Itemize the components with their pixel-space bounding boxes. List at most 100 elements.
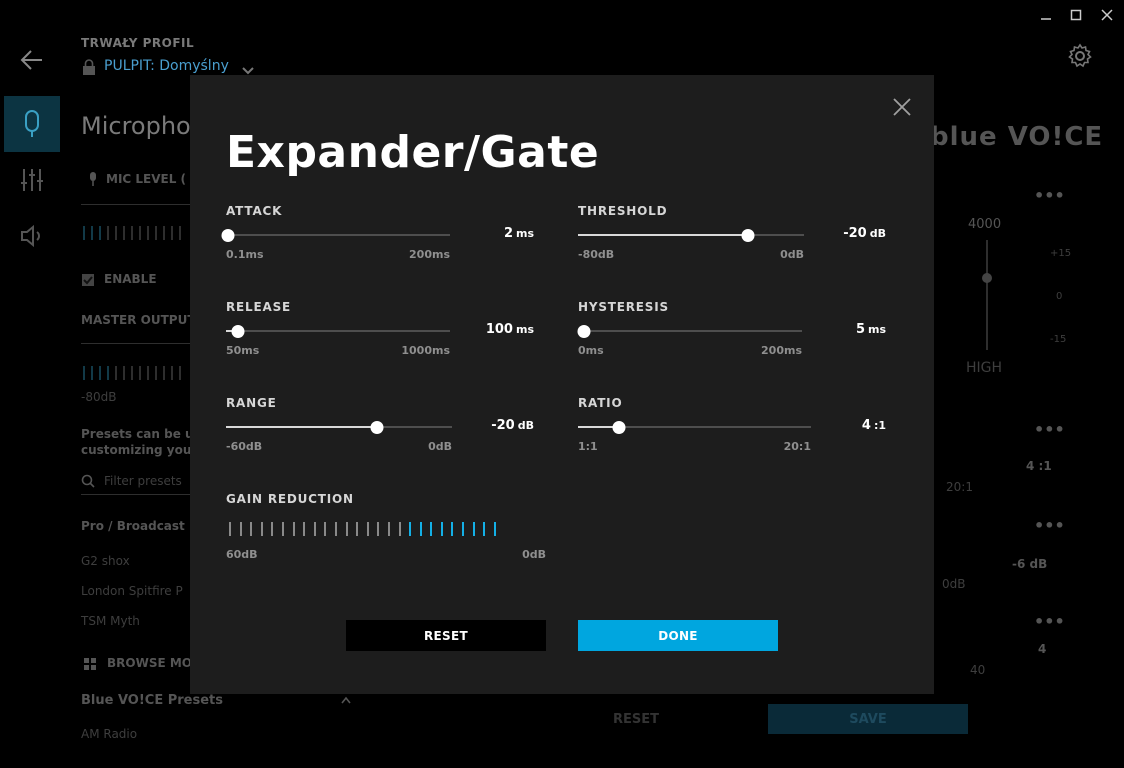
threshold-max-label: 0dB [780,248,804,261]
gain-reduction-max-label: 0dB [522,548,546,561]
maximize-icon[interactable] [1066,8,1086,26]
hysteresis-slider-knob[interactable] [577,324,591,338]
divider [81,204,190,205]
release-label: RELEASE [226,300,292,314]
sidebar-microphone-button[interactable] [4,96,60,152]
threshold-slider-knob[interactable] [741,228,754,242]
gain-reduction-tick [229,522,231,536]
gain-reduction-tick [281,522,284,536]
expander-gate-dialog: Expander/Gate ATTACK 0.1ms 200ms 2 ms REL… [190,75,934,694]
gain-value-bg: -6 dB [1012,557,1048,571]
hysteresis-slider[interactable] [577,324,802,338]
gain-reduction-tick [250,522,253,536]
ratio-label: RATIO [578,396,623,410]
pro-broadcast-heading: Pro / Broadcast [81,519,185,533]
gain-reduction-label: GAIN REDUCTION [226,492,354,506]
enable-checkbox[interactable] [81,273,95,290]
close-icon[interactable] [890,95,914,119]
minimize-icon[interactable] [1036,8,1056,26]
attack-value: 2 ms [503,226,534,241]
ratio-value: 4:1 [861,418,886,433]
scale-max-bg: 40 [970,663,986,677]
blue-voice-presets-heading[interactable]: Blue VO!CE Presets [81,693,223,708]
more-options-icon[interactable]: ••• [1034,516,1065,535]
filter-presets-input[interactable]: Filter presets [104,474,182,488]
profile-label: TRWAŁY PROFIL [81,36,195,50]
release-slider-knob[interactable] [231,324,245,338]
close-window-icon[interactable] [1097,8,1117,26]
range-slider[interactable] [226,420,452,434]
gain-reduction-tick [483,522,486,536]
range-slider-knob[interactable] [370,420,384,434]
gain-reduction-tick [239,522,242,536]
microphone-icon [25,110,39,137]
gain-reduction-tick [398,522,401,536]
gear-icon[interactable] [1066,42,1094,70]
chevron-up-icon[interactable] [340,694,352,708]
search-icon [81,474,95,491]
gain-reduction-tick [440,522,443,536]
attack-max-label: 200ms [409,248,450,261]
sidebar-speaker-button[interactable] [4,208,60,264]
grid-icon [84,658,96,673]
ratio-max-bg: 20:1 [946,480,973,494]
browse-more-link[interactable]: BROWSE MOR [107,656,201,670]
profile-selector[interactable]: PULPIT: Domyślny [104,58,229,74]
gain-reduction-tick [493,522,496,536]
preset-item[interactable]: London Spitfire P [81,584,183,598]
chevron-down-icon[interactable] [240,62,256,75]
output-min-label: -80dB [81,390,117,404]
gain-reduction-min-label: 60dB [226,548,258,561]
bg-reset-button[interactable]: RESET [536,704,736,734]
dialog-title: Expander/Gate [226,127,600,178]
more-options-icon[interactable]: ••• [1034,186,1065,205]
master-output-label: MASTER OUTPUT [81,313,196,327]
enable-label: ENABLE [104,272,157,286]
attack-label: ATTACK [226,204,283,218]
mic-icon-small [88,172,98,189]
back-arrow-icon[interactable] [18,46,46,74]
done-button[interactable]: DONE [578,620,778,651]
attack-min-label: 0.1ms [226,248,264,261]
bg-save-button[interactable]: SAVE [768,704,968,734]
lock-icon [82,59,96,75]
eq-slider-knob[interactable] [981,272,993,287]
preset-item[interactable]: G2 shox [81,554,130,568]
preset-item[interactable]: TSM Myth [81,614,140,628]
value-bg: 4 [1038,642,1047,656]
eq-scale-label: -15 [1050,334,1067,345]
sidebar-equalizer-button[interactable] [4,152,60,208]
gain-reduction-tick [324,522,327,536]
hysteresis-label: HYSTERESIS [578,300,669,314]
gain-reduction-tick [313,522,316,536]
divider [81,343,190,344]
more-options-icon[interactable]: ••• [1034,612,1065,631]
gain-reduction-meter [229,522,496,536]
speaker-icon [21,224,40,248]
threshold-min-label: -80dB [578,248,615,261]
range-max-label: 0dB [428,440,452,453]
blue-voice-logo: blue VO!CE [930,122,1104,152]
ratio-min-label: 1:1 [578,440,598,453]
range-slider-fill [226,426,377,428]
page-title: Micropho [81,112,191,140]
mic-level-label: MIC LEVEL ( [106,172,187,186]
more-options-icon[interactable]: ••• [1034,420,1065,439]
attack-slider[interactable] [221,228,450,242]
ratio-slider-knob[interactable] [612,420,626,434]
threshold-slider[interactable] [578,228,804,242]
presets-description-2: customizing your [81,443,198,457]
ratio-slider[interactable] [578,420,811,434]
mic-level-meter [83,226,181,240]
release-slider[interactable] [226,324,450,338]
attack-slider-knob[interactable] [221,228,235,242]
preset-item[interactable]: AM Radio [81,727,137,741]
gain-reduction-tick [377,522,380,536]
range-value: -20 dB [491,418,534,433]
reset-button[interactable]: RESET [346,620,546,651]
gain-reduction-tick [472,522,475,536]
divider [81,494,190,495]
equalizer-icon [21,169,43,191]
gain-reduction-tick [303,522,306,536]
gain-reduction-tick [409,522,412,536]
